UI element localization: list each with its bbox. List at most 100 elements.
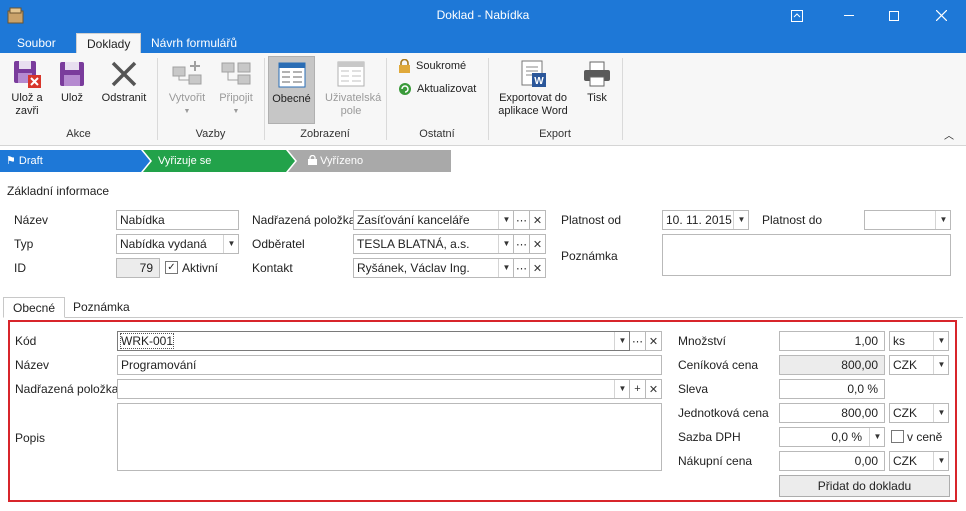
create-link-icon <box>164 56 210 92</box>
print-button[interactable]: Tisk <box>579 56 615 105</box>
poznamka-textarea[interactable] <box>662 234 951 276</box>
sleva-field[interactable]: 0,0 % <box>779 379 885 399</box>
printer-icon <box>579 56 615 92</box>
jednotkova-field[interactable]: 800,00 <box>779 403 885 423</box>
nadrazena-label: Nadřazená položka <box>252 213 356 227</box>
clear-icon[interactable]: ✕ <box>530 234 546 254</box>
chevron-down-icon[interactable]: ▼ <box>733 211 748 229</box>
clear-icon[interactable]: ✕ <box>646 331 662 351</box>
clear-icon[interactable]: ✕ <box>646 379 662 399</box>
chevron-down-icon[interactable]: ▼ <box>935 211 950 229</box>
clear-icon[interactable]: ✕ <box>530 210 546 230</box>
workflow-arrows <box>0 150 451 172</box>
typ-select[interactable]: Nabídka vydaná ▼ <box>116 234 239 254</box>
chevron-down-icon[interactable]: ▼ <box>933 452 948 470</box>
restore-ribbon-icon[interactable] <box>774 0 820 31</box>
group-label-akce: Akce <box>66 128 91 140</box>
minimize-icon[interactable] <box>826 0 872 31</box>
save-icon <box>56 56 88 92</box>
custom-fields-button[interactable]: Uživatelská pole <box>325 56 381 118</box>
delete-button[interactable]: Odstranit <box>98 56 150 105</box>
tab-soubor[interactable]: Soubor <box>7 33 66 53</box>
subtab-obecne[interactable]: Obecné <box>3 297 66 318</box>
chevron-down-icon[interactable]: ▼ <box>498 235 513 253</box>
group-label-vazby: Vazby <box>195 128 226 140</box>
chevron-down-icon[interactable]: ▼ <box>933 332 948 350</box>
view-general-button[interactable]: Obecné <box>268 56 315 124</box>
private-label: Soukromé <box>416 60 467 72</box>
currency-value: CZK <box>893 358 917 372</box>
cenikova-label: Ceníková cena <box>678 358 759 372</box>
odberatel-value: TESLA BLATNÁ, a.s. <box>357 237 470 251</box>
ribbon-separator <box>622 58 623 140</box>
plus-icon[interactable]: + <box>630 379 646 399</box>
nadrazena-select[interactable]: Zasíťování kanceláře ▼ <box>353 210 514 230</box>
refresh-button[interactable]: Aktualizovat <box>398 82 476 96</box>
create-button[interactable]: Vytvořit ▼ <box>164 56 210 118</box>
cenikova-currency-select[interactable]: CZK ▼ <box>889 355 949 375</box>
unit-value: ks <box>893 334 905 348</box>
save-close-icon <box>5 56 49 92</box>
aktivni-checkbox[interactable]: ✓ <box>165 261 178 274</box>
save-close-button[interactable]: Ulož a zavři <box>5 56 49 118</box>
form-view-icon <box>269 57 314 93</box>
kontakt-select[interactable]: Ryšánek, Václav Ing. ▼ <box>353 258 514 278</box>
group-label-zobrazeni: Zobrazení <box>300 128 350 140</box>
platnost-do-field[interactable]: ▼ <box>864 210 951 230</box>
subtab-poznamka[interactable]: Poznámka <box>64 297 139 318</box>
lock-icon <box>308 154 317 165</box>
chevron-down-icon[interactable]: ▼ <box>933 356 948 374</box>
jednotkova-currency-select[interactable]: CZK ▼ <box>889 403 949 423</box>
chevron-down-icon[interactable]: ▼ <box>498 259 513 277</box>
export-word-label: Exportovat do aplikace Word <box>498 92 568 117</box>
jednotkova-label: Jednotková cena <box>678 406 769 420</box>
attach-button[interactable]: Připojit ▼ <box>215 56 257 118</box>
ellipsis-icon[interactable]: ⋯ <box>630 331 646 351</box>
popis-textarea[interactable] <box>117 403 662 471</box>
export-word-button[interactable]: W Exportovat do aplikace Word <box>494 56 572 118</box>
kontakt-value: Ryšánek, Václav Ing. <box>357 261 470 275</box>
ribbon-tabs: Soubor Doklady Návrh formulářů <box>0 31 966 53</box>
workflow-step-draft[interactable]: ⚑ Draft <box>0 150 43 172</box>
ellipsis-icon[interactable]: ⋯ <box>514 258 530 278</box>
chevron-down-icon[interactable]: ▼ <box>614 332 629 350</box>
workflow-step-label: Vyřizuje se <box>158 155 212 167</box>
chevron-down-icon[interactable]: ▼ <box>498 211 513 229</box>
nakupni-field[interactable]: 0,00 <box>779 451 885 471</box>
chevron-down-icon[interactable]: ▼ <box>869 428 884 446</box>
close-icon[interactable] <box>918 0 964 31</box>
tab-navrh-formularu[interactable]: Návrh formulářů <box>141 33 247 53</box>
refresh-icon <box>399 83 411 95</box>
item-nazev-field[interactable]: Programování <box>117 355 662 375</box>
currency-value: CZK <box>893 406 917 420</box>
mnozstvi-field[interactable]: 1,00 <box>779 331 885 351</box>
workflow-step-in-progress[interactable]: Vyřizuje se <box>140 150 211 172</box>
workflow-step-label: Vyřízeno <box>320 155 364 167</box>
nazev-field[interactable]: Nabídka <box>116 210 239 230</box>
maximize-icon[interactable] <box>871 0 917 31</box>
attach-label: Připojit <box>219 92 253 104</box>
unit-select[interactable]: ks ▼ <box>889 331 949 351</box>
ellipsis-icon[interactable]: ⋯ <box>514 234 530 254</box>
platnost-do-label: Platnost do <box>762 213 823 227</box>
kod-select[interactable]: WRK-001 ▼ <box>117 331 630 351</box>
chevron-down-icon[interactable]: ▼ <box>614 380 629 398</box>
add-to-document-button[interactable]: Přidat do dokladu <box>779 475 950 497</box>
clear-icon[interactable]: ✕ <box>530 258 546 278</box>
item-nadrazena-select[interactable]: ▼ <box>117 379 630 399</box>
flag-icon: ⚑ <box>6 155 19 167</box>
nakupni-currency-select[interactable]: CZK ▼ <box>889 451 949 471</box>
ellipsis-icon[interactable]: ⋯ <box>514 210 530 230</box>
dph-select[interactable]: 0,0 % ▼ <box>779 427 885 447</box>
delete-label: Odstranit <box>101 92 147 104</box>
collapse-ribbon-icon[interactable]: ︿ <box>944 127 954 142</box>
tab-doklady[interactable]: Doklady <box>76 33 142 53</box>
save-button[interactable]: Ulož <box>56 56 88 105</box>
v-cene-checkbox[interactable] <box>891 430 904 443</box>
chevron-down-icon[interactable]: ▼ <box>933 404 948 422</box>
platnost-od-field[interactable]: 10. 11. 2015 ▼ <box>662 210 749 230</box>
odberatel-select[interactable]: TESLA BLATNÁ, a.s. ▼ <box>353 234 514 254</box>
workflow-step-done[interactable]: Vyřízeno <box>290 150 363 172</box>
private-toggle[interactable]: Soukromé <box>398 59 466 73</box>
chevron-down-icon[interactable]: ▼ <box>223 235 238 253</box>
